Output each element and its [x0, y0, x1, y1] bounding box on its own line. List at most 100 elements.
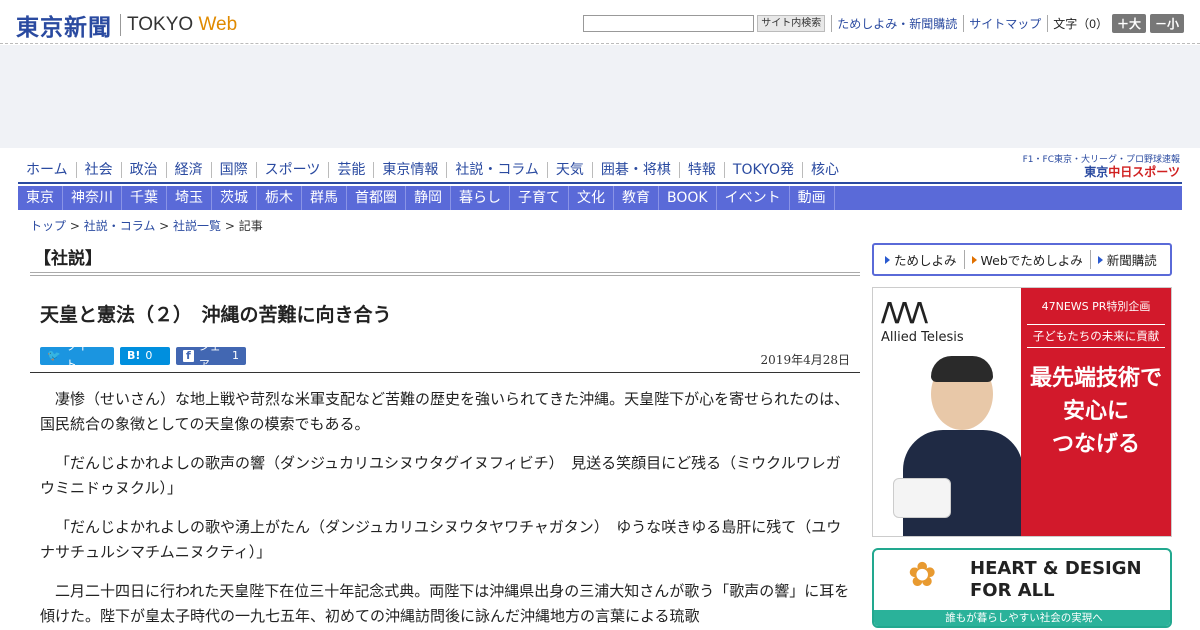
nav-item[interactable]: 社説・コラム — [446, 162, 547, 178]
nav-item[interactable]: 東京情報 — [373, 162, 446, 178]
ad-headline-line: 安心に — [1062, 399, 1129, 424]
triangle-right-icon — [885, 255, 890, 264]
article-paragraph: 「だんじよかれよしの歌や湧上がたん（ダンジュカリユシヌウタヤワチャガタン） ゆう… — [40, 518, 842, 561]
region-item[interactable]: 文化 — [569, 186, 614, 210]
font-smaller-button[interactable]: －小 — [1149, 14, 1184, 33]
advertiser-name: Allied Telesis — [881, 330, 964, 345]
allied-telesis-ad[interactable]: /\/\/\ Allied Telesis 47NEWS PR特別企画 子どもた… — [872, 287, 1172, 537]
web-trial-read-link[interactable]: Webでためしよみ — [963, 250, 1090, 269]
hatena-bookmark-button[interactable]: B! 0 — [120, 347, 170, 365]
site-header: 東京新聞 TOKYO Web サイト内検索 ためしよみ・新聞購読 サイトマップ … — [0, 0, 1200, 44]
breadcrumb-current: 記事 — [238, 219, 263, 233]
nav-item[interactable]: 天気 — [546, 162, 592, 178]
article-body: 凄惨（せいさん）な地上戦や苛烈な米軍支配など苦難の歴史を強いられてきた沖縄。天皇… — [30, 373, 860, 629]
region-item[interactable]: 群馬 — [302, 186, 347, 210]
ad2-title-line: HEART & DESIGN — [970, 558, 1142, 579]
site-logo[interactable]: 東京新聞 TOKYO Web — [16, 8, 237, 42]
tweet-label: ツイート — [65, 340, 99, 371]
wireless-device-image — [893, 478, 951, 518]
trial-read-label: ためしよみ — [894, 253, 957, 268]
breadcrumb-list[interactable]: 社説一覧 — [173, 219, 221, 233]
region-item[interactable]: 静岡 — [406, 186, 451, 210]
ad2-footer: 誰もが暮らしやすい社会の実現へ — [874, 610, 1170, 626]
font-size-label: 文字（0） — [1047, 15, 1108, 32]
nav-item[interactable]: 囲碁・将棋 — [591, 162, 679, 178]
logo-web: Web — [198, 14, 238, 35]
web-trial-read-label: Webでためしよみ — [980, 253, 1083, 268]
chunichi-logo-tokyo: 東京 — [1084, 165, 1109, 179]
breadcrumb-sep: > — [221, 219, 239, 233]
region-item[interactable]: 千葉 — [122, 186, 167, 210]
breadcrumb-sep: > — [66, 219, 84, 233]
nav-item[interactable]: 核心 — [801, 162, 847, 178]
ad-subtitle: 子どもたちの未来に貢献 — [1027, 324, 1165, 348]
share-bar: 🐦 ツイート B! 0 f シェア 1 2019年4月28日 — [30, 340, 860, 371]
chunichi-logo: 東京中日スポーツ — [1023, 166, 1180, 178]
facebook-icon: f — [183, 350, 194, 362]
region-item[interactable]: イベント — [717, 186, 790, 210]
region-item[interactable]: 東京 — [18, 186, 63, 210]
heart-flower-icon: ✿ — [908, 555, 937, 595]
nav-item[interactable]: 芸能 — [328, 162, 373, 178]
sitemap-link[interactable]: サイトマップ — [963, 15, 1041, 32]
article-paragraph: 二月二十四日に行われた天皇陛下在位三十年記念式典。両陛下は沖縄県出身の三浦大知さ… — [40, 582, 850, 625]
logo-japanese: 東京新聞 — [16, 14, 112, 41]
site-search-input[interactable] — [583, 15, 755, 32]
section-label: 【社説】 — [30, 238, 860, 276]
tweet-button[interactable]: 🐦 ツイート — [40, 340, 114, 371]
nav-item[interactable]: 国際 — [210, 162, 256, 178]
chunichi-sports-link[interactable]: F1・FC東京・大リーグ・プロ野球速報 東京中日スポーツ — [1023, 154, 1180, 178]
article-paragraph: 「だんじよかれよしの歌声の響（ダンジュカリユシヌウタグイヌフィビチ） 見送る笑顔… — [40, 454, 841, 497]
nav-item[interactable]: ホーム — [18, 162, 76, 178]
logo-tokyo: TOKYO — [127, 14, 194, 35]
region-item[interactable]: 子育て — [510, 186, 569, 210]
region-item[interactable]: BOOK — [659, 186, 717, 210]
breadcrumb-sep: > — [155, 219, 174, 233]
chunichi-logo-name: 中日スポーツ — [1108, 165, 1180, 179]
ad2-title: HEART & DESIGN FOR ALL — [970, 558, 1142, 602]
heart-design-ad[interactable]: ✿ HEART & DESIGN FOR ALL 誰もが暮らしやすい社会の実現へ — [872, 548, 1172, 628]
nav-item[interactable]: TOKYO発 — [723, 162, 802, 178]
nav-item[interactable]: スポーツ — [255, 162, 329, 178]
region-nav: 東京 神奈川 千葉 埼玉 茨城 栃木 群馬 首都圏 静岡 暮らし 子育て 文化 … — [18, 186, 1182, 210]
hatena-count: 0 — [145, 349, 153, 362]
ad-headline-line: 最先端技術で — [1029, 366, 1162, 391]
main-nav: ホーム 社会 政治 経済 国際 スポーツ 芸能 東京情報 社説・コラム 天気 囲… — [18, 155, 1182, 184]
font-larger-button[interactable]: ＋大 — [1111, 14, 1146, 33]
region-item[interactable]: 首都圏 — [347, 186, 406, 210]
header-tools: サイト内検索 ためしよみ・新聞購読 サイトマップ 文字（0） ＋大 －小 — [583, 14, 1184, 33]
top-ad-area — [0, 45, 1200, 148]
region-item[interactable]: 神奈川 — [63, 186, 122, 210]
trial-read-link[interactable]: ためしよみ — [878, 250, 964, 269]
region-item[interactable]: 動画 — [790, 186, 835, 210]
subscribe-link[interactable]: ためしよみ・新聞購読 — [831, 15, 957, 32]
ad-headline: 最先端技術で 安心に つなげる — [1021, 362, 1171, 461]
site-search-button[interactable]: サイト内検索 — [757, 15, 826, 32]
region-item[interactable]: 教育 — [614, 186, 659, 210]
ad-headline-line: つなげる — [1051, 432, 1140, 457]
hatena-bookmark-icon: B! — [127, 349, 141, 362]
breadcrumb-top[interactable]: トップ — [30, 219, 66, 233]
breadcrumb-editorial[interactable]: 社説・コラム — [84, 219, 156, 233]
facebook-count: 1 — [232, 349, 239, 362]
logo-divider — [120, 14, 121, 36]
subscribe-box: ためしよみ Webでためしよみ 新聞購読 — [872, 243, 1172, 276]
nav-item[interactable]: 政治 — [120, 162, 166, 178]
facebook-share-button[interactable]: f シェア 1 — [176, 340, 246, 371]
article: 【社説】 天皇と憲法（２） 沖縄の苦難に向き合う 🐦 ツイート B! 0 f シェア … — [30, 238, 860, 630]
region-item[interactable]: 暮らし — [451, 186, 510, 210]
facebook-label: シェア — [198, 340, 221, 371]
region-item[interactable]: 栃木 — [257, 186, 302, 210]
subscription-link[interactable]: 新聞購読 — [1089, 250, 1164, 269]
article-date: 2019年4月28日 — [760, 353, 850, 367]
ad-person-hair — [931, 356, 993, 382]
article-headline: 天皇と憲法（２） 沖縄の苦難に向き合う — [40, 304, 392, 326]
logo-english: TOKYO Web — [127, 14, 237, 36]
region-item[interactable]: 茨城 — [212, 186, 257, 210]
nav-item[interactable]: 特報 — [678, 162, 724, 178]
region-item[interactable]: 埼玉 — [167, 186, 212, 210]
nav-item[interactable]: 社会 — [75, 162, 121, 178]
subscription-label: 新聞購読 — [1106, 253, 1157, 268]
nav-item[interactable]: 経済 — [165, 162, 211, 178]
ad2-title-line: FOR ALL — [970, 580, 1055, 601]
